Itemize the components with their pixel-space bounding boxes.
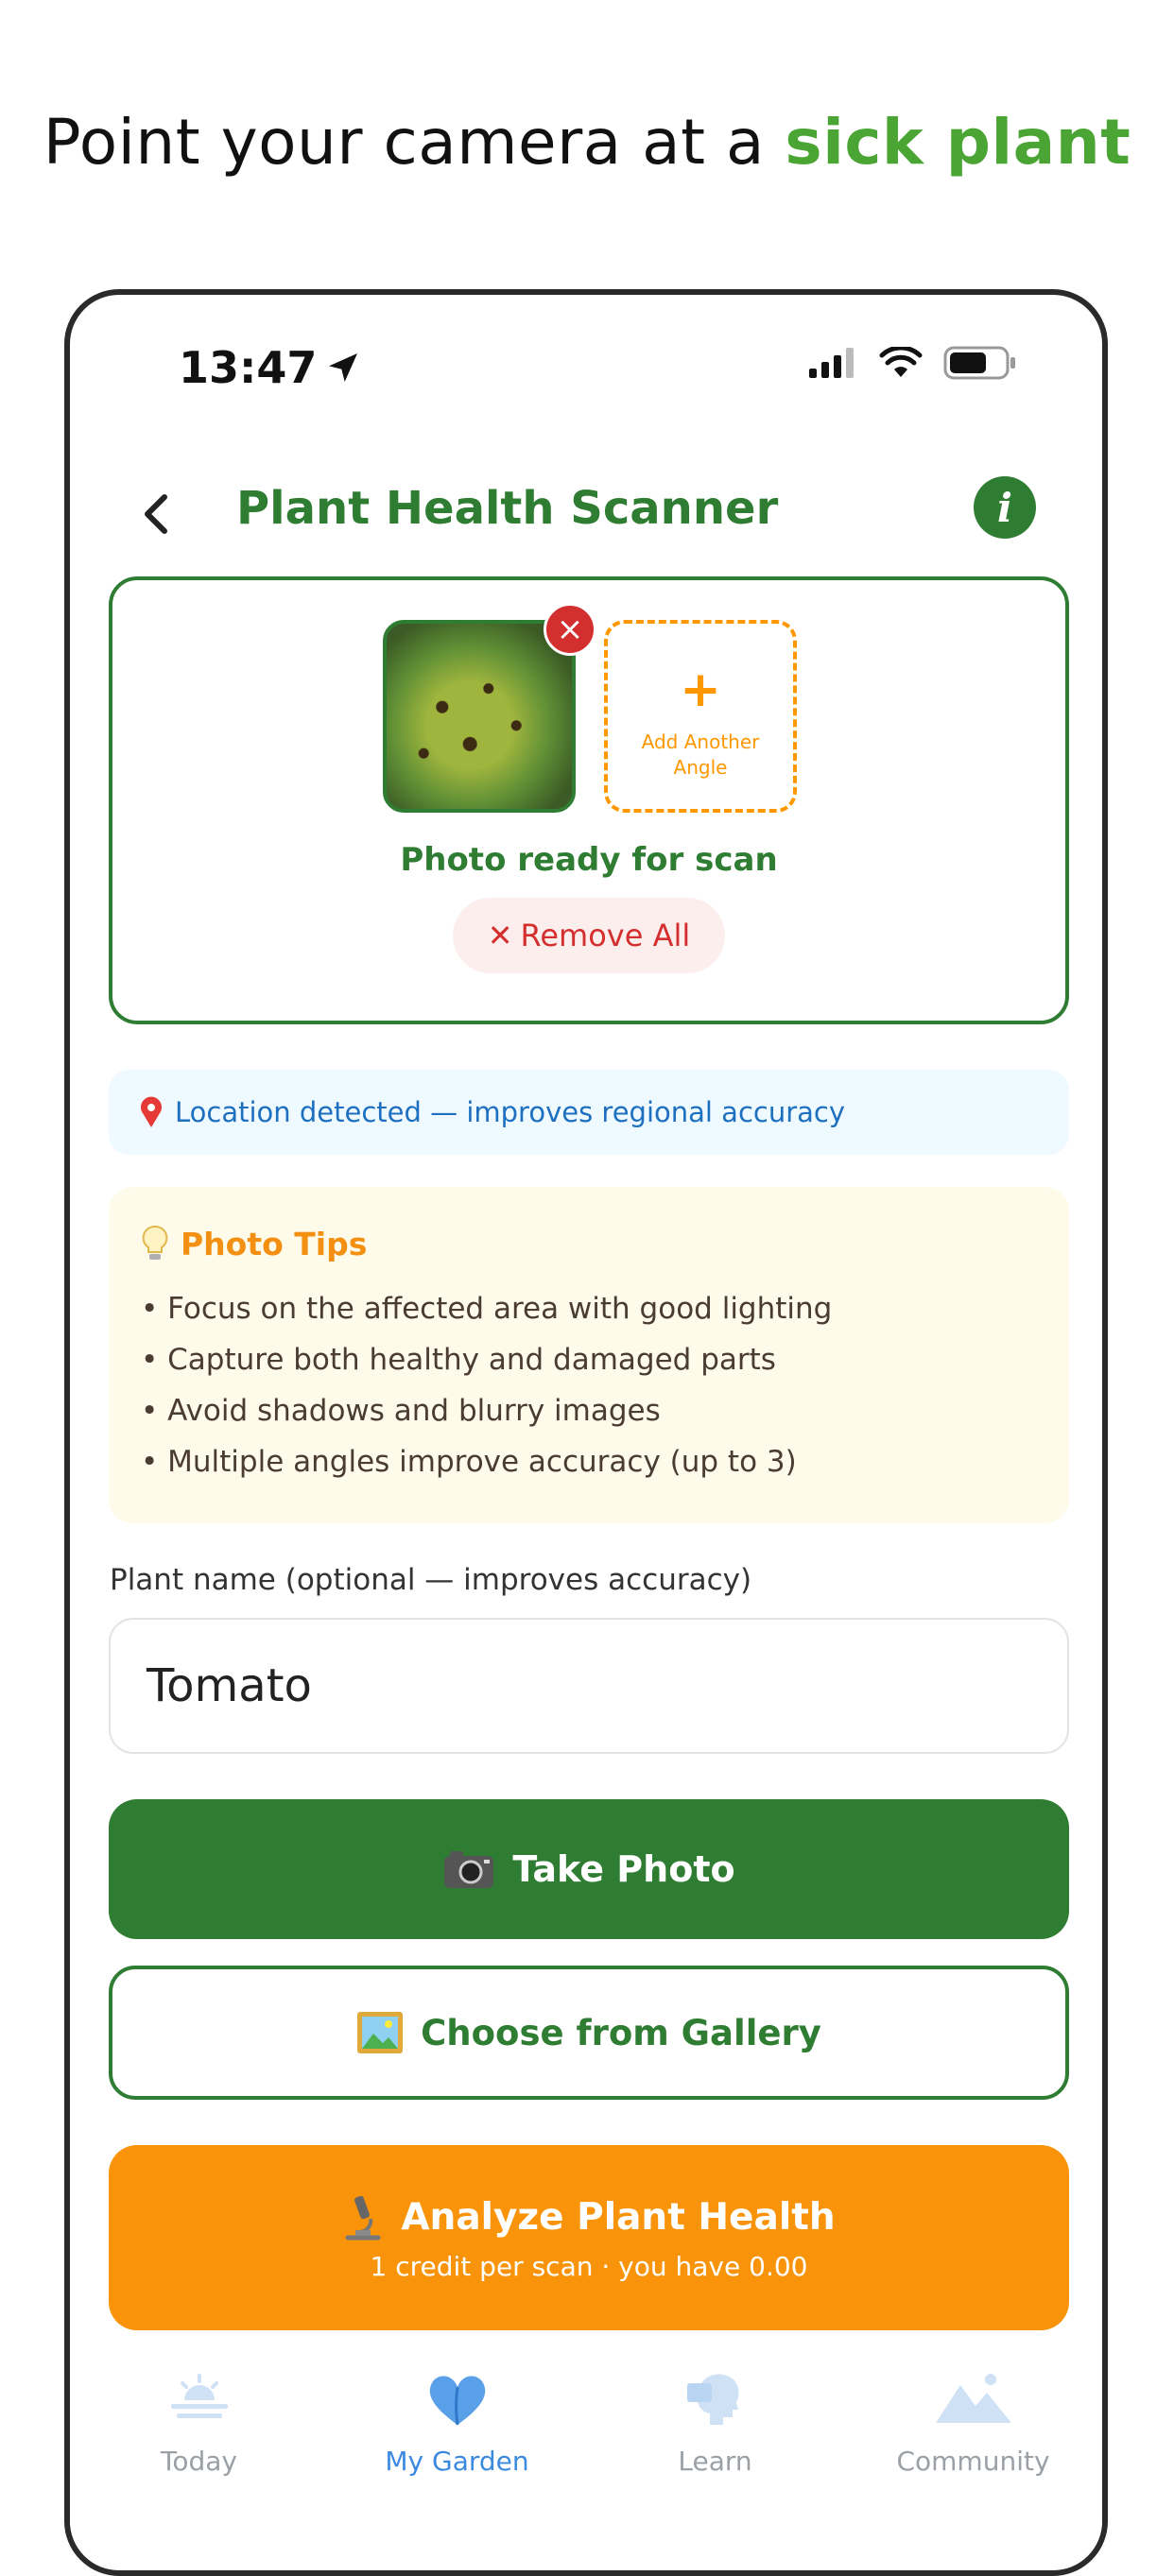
camera-icon: [444, 1851, 494, 1888]
promo-headline: Point your camera at a sick plant: [0, 106, 1174, 179]
promo-highlight: sick plant: [785, 106, 1131, 179]
bottom-tab-bar: Today My Garden Learn Community: [70, 2342, 1102, 2568]
sunrise-icon: [170, 2374, 228, 2418]
location-text: Location detected — improves regional ac…: [175, 1096, 846, 1128]
tab-my-garden[interactable]: My Garden: [328, 2342, 586, 2568]
tab-today[interactable]: Today: [70, 2342, 328, 2568]
add-another-angle-button[interactable]: + Add Another Angle: [604, 620, 797, 813]
page-title: Plant Health Scanner: [236, 482, 779, 535]
tip-item: • Capture both healthy and damaged parts: [141, 1343, 776, 1377]
analyze-main: Analyze Plant Health: [342, 2194, 836, 2241]
take-photo-button[interactable]: Take Photo: [109, 1799, 1069, 1939]
leaf-photo-thumbnail[interactable]: [383, 620, 576, 813]
heart-icon: [429, 2376, 485, 2426]
credit-info: 1 credit per scan · you have 0.00: [370, 2250, 808, 2282]
status-icons: [809, 346, 1017, 380]
photo-preview-card: × + Add Another Angle Photo ready for sc…: [109, 576, 1069, 1024]
remove-all-label: Remove All: [520, 918, 691, 953]
add-angle-label: Add Another Angle: [608, 730, 793, 781]
cellular-signal-icon: [809, 348, 854, 378]
close-icon: ✕: [487, 918, 513, 953]
analyze-label: Analyze Plant Health: [401, 2196, 836, 2239]
promo-prefix: Point your camera at a: [43, 106, 786, 179]
app-header: Plant Health Scanner i: [70, 465, 1102, 559]
photo-ready-status: Photo ready for scan: [400, 841, 778, 879]
tip-item: • Multiple angles improve accuracy (up t…: [141, 1445, 797, 1479]
info-button[interactable]: i: [974, 476, 1036, 539]
status-bar: 13:47: [70, 295, 1102, 446]
take-photo-label: Take Photo: [512, 1848, 735, 1890]
tab-label: Learn: [678, 2446, 752, 2477]
add-angle-label-line1: Add Another: [641, 730, 760, 753]
choose-gallery-button[interactable]: Choose from Gallery: [109, 1966, 1069, 2100]
photo-tips-card: Photo Tips • Focus on the affected area …: [109, 1187, 1069, 1523]
add-angle-label-line2: Angle: [673, 756, 728, 779]
remove-all-button[interactable]: ✕ Remove All: [453, 898, 725, 973]
remove-photo-button[interactable]: ×: [544, 603, 596, 656]
analyze-plant-health-button[interactable]: Analyze Plant Health 1 credit per scan ·…: [109, 2145, 1069, 2330]
mountain-icon: [935, 2374, 1011, 2423]
learn-head-icon: [686, 2374, 738, 2425]
tab-label: Community: [896, 2446, 1050, 2477]
tip-item: • Avoid shadows and blurry images: [141, 1394, 661, 1428]
location-arrow-icon: [329, 353, 358, 382]
picture-frame-icon: [357, 2012, 404, 2053]
tip-item: • Focus on the affected area with good l…: [141, 1292, 833, 1326]
pin-icon: [141, 1096, 162, 1127]
status-time: 13:47: [179, 342, 318, 393]
microscope-icon: [345, 2195, 381, 2240]
tab-learn[interactable]: Learn: [586, 2342, 844, 2568]
back-chevron-icon[interactable]: [129, 486, 185, 542]
status-time-group: 13:47: [179, 342, 362, 393]
wifi-icon: [879, 347, 923, 377]
battery-icon: [943, 346, 1015, 380]
tab-label: My Garden: [385, 2446, 529, 2477]
tips-list: • Focus on the affected area with good l…: [141, 1283, 1037, 1487]
tab-community[interactable]: Community: [844, 2342, 1102, 2568]
location-banner: Location detected — improves regional ac…: [109, 1070, 1069, 1155]
plant-name-input[interactable]: Tomato: [109, 1618, 1069, 1754]
tips-header: Photo Tips: [141, 1225, 1037, 1262]
tab-label: Today: [161, 2446, 237, 2477]
lightbulb-icon: [142, 1225, 168, 1260]
plus-icon: +: [680, 661, 721, 718]
plant-name-label: Plant name (optional — improves accuracy…: [110, 1563, 752, 1597]
phone-frame: 13:47 Plant Health Scanner i × + Add Ano…: [64, 289, 1108, 2576]
gallery-label: Choose from Gallery: [421, 2012, 821, 2053]
tips-title: Photo Tips: [181, 1225, 368, 1262]
